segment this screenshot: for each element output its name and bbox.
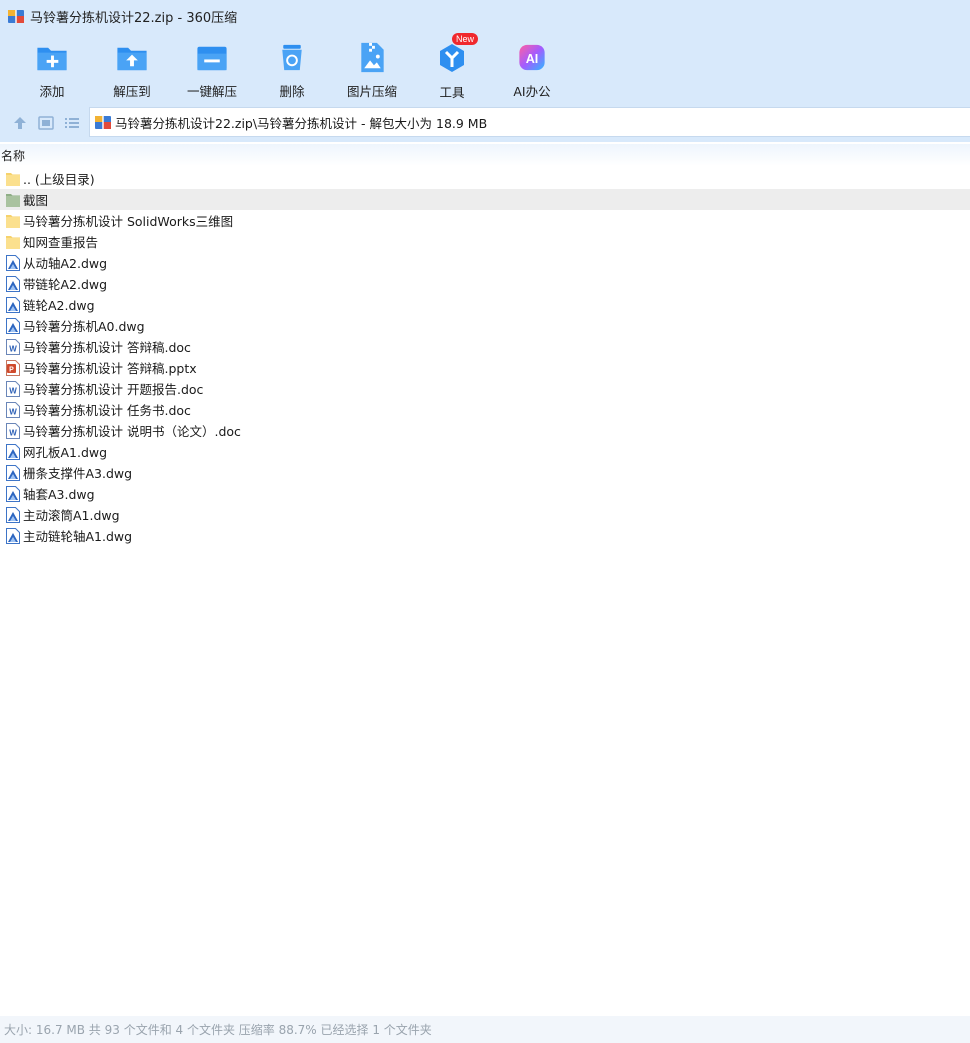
dwg-file-icon (6, 254, 20, 271)
word-doc-icon: W (6, 401, 20, 418)
file-row[interactable]: 马铃薯分拣机设计 SolidWorks三维图 (0, 210, 970, 231)
file-row[interactable]: 轴套A3.dwg (0, 483, 970, 504)
status-bar: 大小: 16.7 MB 共 93 个文件和 4 个文件夹 压缩率 88.7% 已… (0, 1016, 970, 1043)
svg-text:W: W (9, 428, 17, 437)
word-doc-icon: W (6, 422, 20, 439)
image-compress-button[interactable]: 图片压缩 (340, 40, 404, 100)
folder-icon (6, 213, 20, 229)
file-row[interactable]: 马铃薯分拣机A0.dwg (0, 315, 970, 336)
archive-app-icon (8, 10, 24, 23)
file-name: 轴套A3.dwg (23, 487, 95, 502)
window-title: 马铃薯分拣机设计22.zip - 360压缩 (30, 10, 238, 26)
file-row[interactable]: W 马铃薯分拣机设计 说明书（论文）.doc (0, 420, 970, 441)
folder-icon (6, 234, 20, 250)
powerpoint-icon: P (6, 359, 20, 376)
extract-to-button[interactable]: 解压到 (100, 40, 164, 100)
dwg-file-icon (6, 275, 20, 292)
file-name: 链轮A2.dwg (23, 298, 95, 313)
address-path: 马铃薯分拣机设计22.zip\马铃薯分拣机设计 - 解包大小为 18.9 MB (115, 115, 488, 131)
word-doc-icon: W (6, 338, 20, 355)
file-name: 马铃薯分拣机设计 答辩稿.pptx (23, 361, 197, 376)
file-name: 马铃薯分拣机设计 答辩稿.doc (23, 340, 191, 355)
add-icon (37, 47, 67, 71)
ai-office-button[interactable]: AI AI办公 (500, 40, 564, 100)
word-doc-icon: W (6, 380, 20, 397)
file-name: 网孔板A1.dwg (23, 445, 108, 460)
file-row[interactable]: W 马铃薯分拣机设计 开题报告.doc (0, 378, 970, 399)
one-click-extract-label: 一键解压 (186, 84, 237, 99)
file-row[interactable]: P 马铃薯分拣机设计 答辩稿.pptx (0, 357, 970, 378)
dwg-file-icon (6, 296, 20, 313)
ai-office-icon: AI (519, 44, 545, 71)
file-row[interactable]: .. (上级目录) (0, 168, 970, 189)
tools-label: 工具 (439, 85, 465, 100)
file-name: .. (上级目录) (23, 172, 95, 187)
dwg-file-icon (6, 506, 20, 523)
ai-icon-text: AI (526, 52, 539, 66)
delete-button[interactable]: 删除 (260, 40, 324, 100)
file-row[interactable]: 网孔板A1.dwg (0, 441, 970, 462)
tools-icon (440, 44, 464, 72)
svg-text:P: P (9, 366, 14, 373)
dwg-file-icon (6, 443, 20, 460)
dwg-file-icon (6, 527, 20, 544)
file-row[interactable]: 栅条支撑件A3.dwg (0, 462, 970, 483)
file-name: 从动轴A2.dwg (23, 256, 108, 271)
delete-label: 删除 (279, 84, 305, 99)
file-row[interactable]: 从动轴A2.dwg (0, 252, 970, 273)
svg-text:W: W (9, 344, 17, 353)
file-row[interactable]: 主动滚筒A1.dwg (0, 504, 970, 525)
up-arrow-icon[interactable] (11, 114, 29, 132)
toolbar: 添加 解压到 一键解压 删除 图片压缩 New 工具 AI AI办公 (0, 32, 970, 104)
file-name: 带链轮A2.dwg (23, 277, 108, 292)
one-click-extract-button[interactable]: 一键解压 (180, 40, 244, 100)
file-name: 栅条支撑件A3.dwg (23, 466, 133, 481)
file-name: 主动链轮轴A1.dwg (23, 529, 133, 544)
file-row[interactable]: W 马铃薯分拣机设计 任务书.doc (0, 399, 970, 420)
extract-to-label: 解压到 (113, 84, 151, 99)
delete-icon (282, 44, 302, 71)
thumbnail-view-icon[interactable] (37, 114, 55, 132)
file-name: 马铃薯分拣机设计 说明书（论文）.doc (23, 424, 241, 439)
file-name: 主动滚筒A1.dwg (23, 508, 120, 523)
svg-text:W: W (9, 386, 17, 395)
file-row[interactable]: 主动链轮轴A1.dwg (0, 525, 970, 546)
tools-icon-wrap: New (434, 33, 479, 76)
status-text: 大小: 16.7 MB 共 93 个文件和 4 个文件夹 压缩率 88.7% 已… (4, 1023, 432, 1037)
add-button[interactable]: 添加 (20, 40, 84, 100)
zip-file-icon (95, 116, 111, 129)
folder-icon (6, 192, 20, 208)
tools-button[interactable]: New 工具 (420, 33, 484, 100)
one-click-extract-icon (197, 46, 227, 71)
file-list: .. (上级目录) 截图马铃薯分拣机设计 SolidWorks三维图 知网查重报告从… (0, 168, 970, 546)
file-name: 截图 (23, 193, 49, 208)
file-row[interactable]: 带链轮A2.dwg (0, 273, 970, 294)
image-compress-icon (361, 42, 384, 73)
file-name: 马铃薯分拣机设计 任务书.doc (23, 403, 191, 418)
dwg-file-icon (6, 317, 20, 334)
extract-to-icon (117, 47, 147, 71)
column-name-header[interactable]: 名称 (0, 147, 25, 164)
dwg-file-icon (6, 485, 20, 502)
file-name: 马铃薯分拣机设计 SolidWorks三维图 (23, 214, 234, 229)
address-row: 马铃薯分拣机设计22.zip\马铃薯分拣机设计 - 解包大小为 18.9 MB (0, 104, 970, 142)
ai-office-label: AI办公 (513, 84, 551, 99)
file-row[interactable]: 知网查重报告 (0, 231, 970, 252)
file-name: 马铃薯分拣机A0.dwg (23, 319, 145, 334)
new-badge: New (452, 33, 479, 45)
image-compress-label: 图片压缩 (346, 84, 397, 99)
list-view-icon[interactable] (63, 114, 81, 132)
file-row[interactable]: W 马铃薯分拣机设计 答辩稿.doc (0, 336, 970, 357)
file-name: 知网查重报告 (23, 235, 99, 250)
address-bar[interactable]: 马铃薯分拣机设计22.zip\马铃薯分拣机设计 - 解包大小为 18.9 MB (89, 107, 970, 137)
title-bar: 马铃薯分拣机设计22.zip - 360压缩 (0, 0, 970, 32)
file-name: 马铃薯分拣机设计 开题报告.doc (23, 382, 204, 397)
dwg-file-icon (6, 464, 20, 481)
file-row[interactable]: 链轮A2.dwg (0, 294, 970, 315)
add-label: 添加 (39, 84, 65, 99)
svg-text:W: W (9, 407, 17, 416)
folder-icon (6, 171, 20, 187)
list-header: 名称 (0, 144, 970, 166)
file-row[interactable]: 截图 (0, 189, 970, 210)
